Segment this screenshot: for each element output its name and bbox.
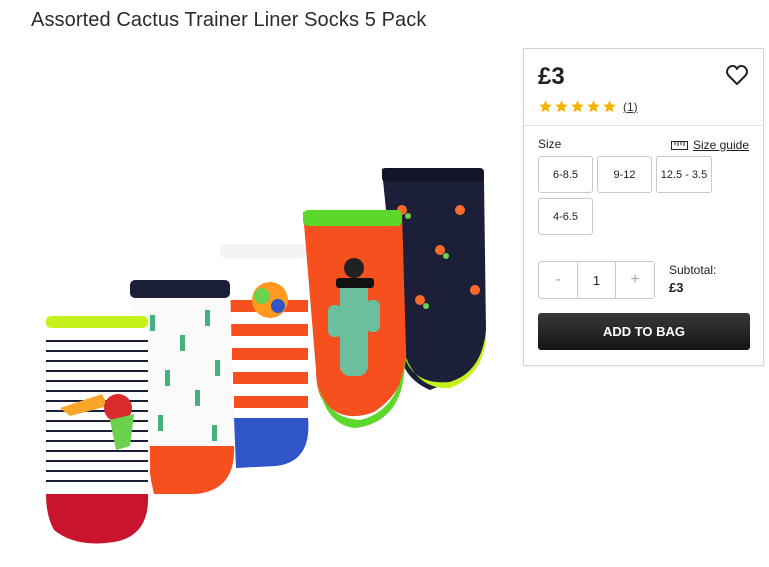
divider <box>524 125 763 126</box>
subtotal-value: £3 <box>669 280 684 295</box>
add-to-bag-button[interactable]: ADD TO BAG <box>538 313 750 350</box>
star-icon <box>555 100 568 113</box>
quantity-stepper: - 1 + <box>538 261 655 299</box>
ruler-icon <box>670 140 688 150</box>
size-option-6-8-5[interactable]: 6-8.5 <box>538 156 593 193</box>
size-label: Size <box>538 137 562 151</box>
star-icon <box>603 100 616 113</box>
subtotal-label: Subtotal: <box>669 263 717 277</box>
product-title: Assorted Cactus Trainer Liner Socks 5 Pa… <box>31 9 427 31</box>
star-icon <box>571 100 584 113</box>
star-icon <box>587 100 600 113</box>
sock-striped-toucan <box>46 316 151 544</box>
product-image[interactable] <box>30 150 500 550</box>
size-guide-link[interactable]: Size guide <box>670 138 749 152</box>
star-rating <box>538 99 617 114</box>
quantity-increase-button[interactable]: + <box>616 262 654 298</box>
size-option-12-5-3-5[interactable]: 12.5 - 3.5 <box>656 156 712 193</box>
quantity-input[interactable]: 1 <box>577 262 616 298</box>
sock-orange-cactus <box>303 210 407 428</box>
heart-icon[interactable] <box>725 63 749 87</box>
buy-box: £3 (1) Size Size guide 6-8.5 9-12 12.5 -… <box>523 48 764 366</box>
rating: (1) <box>538 99 638 114</box>
reviews-link[interactable]: (1) <box>623 100 638 114</box>
size-guide-label: Size guide <box>692 138 749 152</box>
star-icon <box>539 100 552 113</box>
price: £3 <box>538 63 565 90</box>
size-option-4-6-5[interactable]: 4-6.5 <box>538 198 593 235</box>
quantity-decrease-button[interactable]: - <box>539 262 577 298</box>
size-option-9-12[interactable]: 9-12 <box>597 156 652 193</box>
